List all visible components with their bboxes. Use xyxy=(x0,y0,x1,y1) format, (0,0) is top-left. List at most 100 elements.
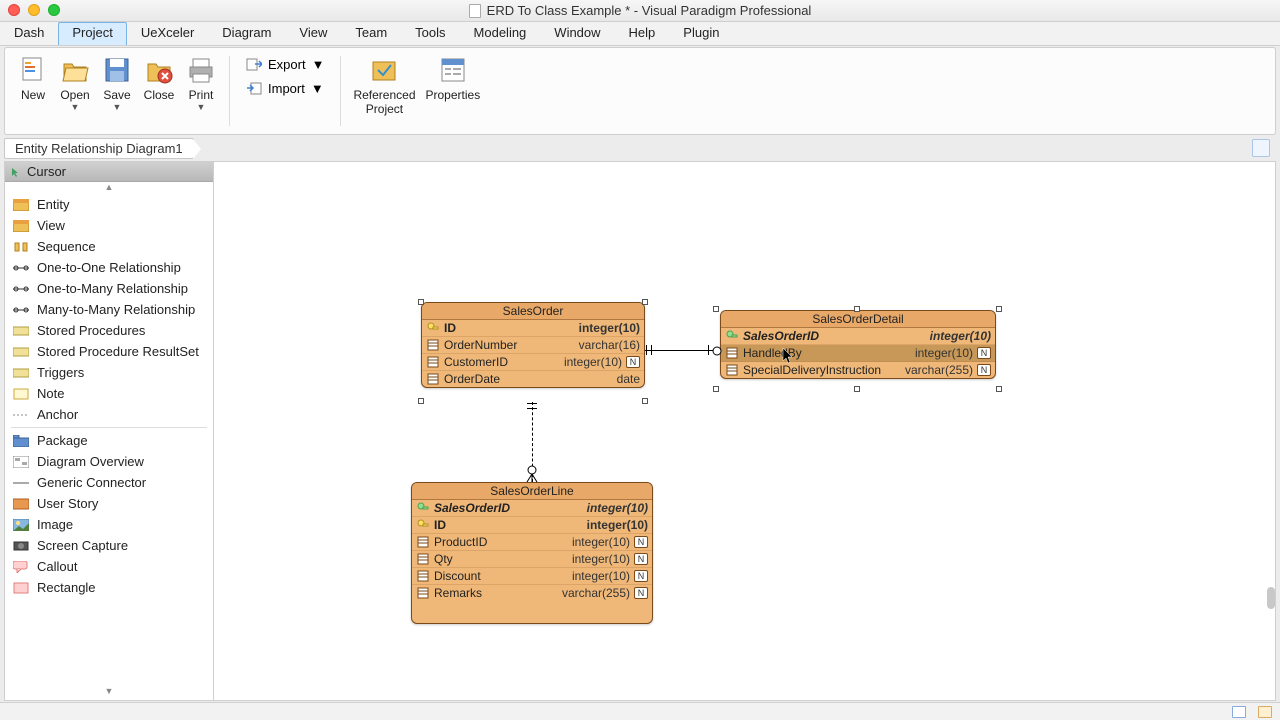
menu-team[interactable]: Team xyxy=(341,22,401,45)
palette-many-to-many-relationship[interactable]: Many-to-Many Relationship xyxy=(5,299,213,320)
column-remarks[interactable]: Remarksvarchar(255)N xyxy=(412,585,652,601)
column-discount[interactable]: Discountinteger(10)N xyxy=(412,568,652,585)
chevron-down-icon: ▼ xyxy=(197,102,206,112)
palette-stored-procedure-resultset[interactable]: Stored Procedure ResultSet xyxy=(5,341,213,362)
properties-button[interactable]: Properties xyxy=(422,52,485,104)
notes-icon[interactable] xyxy=(1258,706,1272,718)
palette-image[interactable]: Image xyxy=(5,514,213,535)
menu-dash[interactable]: Dash xyxy=(0,22,58,45)
palette-item-icon xyxy=(13,435,29,447)
import-button[interactable]: Import ▼ xyxy=(242,78,328,98)
column-id[interactable]: IDinteger(10) xyxy=(422,320,644,337)
palette-sequence[interactable]: Sequence xyxy=(5,236,213,257)
message-icon[interactable] xyxy=(1232,706,1246,718)
palette-item-icon xyxy=(13,241,29,253)
palette-one-to-one-relationship[interactable]: One-to-One Relationship xyxy=(5,257,213,278)
menu-view[interactable]: View xyxy=(285,22,341,45)
open-icon xyxy=(59,54,91,86)
column-icon xyxy=(725,347,739,359)
palette-one-to-many-relationship[interactable]: One-to-Many Relationship xyxy=(5,278,213,299)
palette-item-icon xyxy=(13,304,29,316)
palette-cursor[interactable]: Cursor xyxy=(5,162,213,182)
export-icon xyxy=(246,56,262,72)
menu-help[interactable]: Help xyxy=(615,22,670,45)
column-ordernumber[interactable]: OrderNumbervarchar(16) xyxy=(422,337,644,354)
menu-tools[interactable]: Tools xyxy=(401,22,459,45)
column-specialdeliveryinstruction[interactable]: SpecialDeliveryInstructionvarchar(255)N xyxy=(721,362,995,378)
column-icon xyxy=(426,322,440,334)
palette-user-story[interactable]: User Story xyxy=(5,493,213,514)
window-controls xyxy=(8,4,60,16)
palette-item-icon xyxy=(13,519,29,531)
menu-window[interactable]: Window xyxy=(540,22,614,45)
palette-note[interactable]: Note xyxy=(5,383,213,404)
palette-item-icon xyxy=(13,582,29,594)
palette-item-icon xyxy=(13,283,29,295)
palette-item-icon xyxy=(13,498,29,510)
palette-triggers[interactable]: Triggers xyxy=(5,362,213,383)
column-qty[interactable]: Qtyinteger(10)N xyxy=(412,551,652,568)
palette: Cursor ▲ EntityViewSequenceOne-to-One Re… xyxy=(4,161,214,701)
column-icon xyxy=(725,364,739,376)
save-button[interactable]: Save ▼ xyxy=(97,52,137,114)
canvas-scrollbar[interactable] xyxy=(1267,587,1275,609)
close-window-button[interactable] xyxy=(8,4,20,16)
entity-salesorderdetail[interactable]: SalesOrderDetail SalesOrderIDinteger(10)… xyxy=(720,310,996,379)
menu-project[interactable]: Project xyxy=(58,22,126,45)
referenced-project-icon xyxy=(368,54,400,86)
column-customerid[interactable]: CustomerIDinteger(10)N xyxy=(422,354,644,371)
palette-diagram-overview[interactable]: Diagram Overview xyxy=(5,451,213,472)
minimize-window-button[interactable] xyxy=(28,4,40,16)
chevron-down-icon: ▼ xyxy=(312,57,325,72)
ribbon-separator xyxy=(229,56,230,126)
palette-scroll-down[interactable]: ▼ xyxy=(5,686,213,700)
palette-callout[interactable]: Callout xyxy=(5,556,213,577)
palette-scroll-up[interactable]: ▲ xyxy=(5,182,213,194)
entity-salesorder[interactable]: SalesOrder IDinteger(10)OrderNumbervarch… xyxy=(421,302,645,388)
menu-plugin[interactable]: Plugin xyxy=(669,22,733,45)
entity-salesorderline[interactable]: SalesOrderLine SalesOrderIDinteger(10)ID… xyxy=(411,482,653,624)
referenced-project-button[interactable]: Referenced Project xyxy=(349,52,419,118)
close-project-button[interactable]: Close xyxy=(139,52,179,104)
print-button[interactable]: Print ▼ xyxy=(181,52,221,114)
palette-item-icon xyxy=(13,220,29,232)
nullable-badge: N xyxy=(977,364,991,376)
main-area: Cursor ▲ EntityViewSequenceOne-to-One Re… xyxy=(4,161,1276,701)
maximize-window-button[interactable] xyxy=(48,4,60,16)
menu-uexceler[interactable]: UeXceler xyxy=(127,22,208,45)
mouse-cursor-icon xyxy=(782,347,796,365)
column-productid[interactable]: ProductIDinteger(10)N xyxy=(412,534,652,551)
column-icon xyxy=(416,587,430,599)
nullable-badge: N xyxy=(634,570,648,582)
column-icon xyxy=(426,373,440,385)
import-icon xyxy=(246,80,262,96)
menu-modeling[interactable]: Modeling xyxy=(460,22,541,45)
open-button[interactable]: Open ▼ xyxy=(55,52,95,114)
column-id[interactable]: IDinteger(10) xyxy=(412,517,652,534)
palette-package[interactable]: Package xyxy=(5,430,213,451)
window-title: ERD To Class Example * - Visual Paradigm… xyxy=(469,3,812,18)
column-handledby[interactable]: HandledByinteger(10)N xyxy=(721,345,995,362)
palette-stored-procedures[interactable]: Stored Procedures xyxy=(5,320,213,341)
nullable-badge: N xyxy=(634,553,648,565)
column-salesorderid[interactable]: SalesOrderIDinteger(10) xyxy=(412,500,652,517)
export-button[interactable]: Export ▼ xyxy=(242,54,328,74)
palette-rectangle[interactable]: Rectangle xyxy=(5,577,213,598)
palette-screen-capture[interactable]: Screen Capture xyxy=(5,535,213,556)
new-button[interactable]: New xyxy=(13,52,53,104)
menu-diagram[interactable]: Diagram xyxy=(208,22,285,45)
breadcrumb-tab[interactable]: Entity Relationship Diagram1 xyxy=(4,138,194,159)
diagram-canvas[interactable]: SalesOrder IDinteger(10)OrderNumbervarch… xyxy=(214,161,1276,701)
palette-generic-connector[interactable]: Generic Connector xyxy=(5,472,213,493)
palette-item-icon xyxy=(13,325,29,337)
palette-item-icon xyxy=(13,199,29,211)
entity-title: SalesOrder xyxy=(422,303,644,320)
chevron-down-icon: ▼ xyxy=(71,102,80,112)
palette-item-icon xyxy=(13,456,29,468)
column-salesorderid[interactable]: SalesOrderIDinteger(10) xyxy=(721,328,995,345)
diagram-navigator-button[interactable] xyxy=(1252,139,1270,157)
palette-view[interactable]: View xyxy=(5,215,213,236)
column-orderdate[interactable]: OrderDatedate xyxy=(422,371,644,387)
palette-anchor[interactable]: Anchor xyxy=(5,404,213,425)
palette-entity[interactable]: Entity xyxy=(5,194,213,215)
